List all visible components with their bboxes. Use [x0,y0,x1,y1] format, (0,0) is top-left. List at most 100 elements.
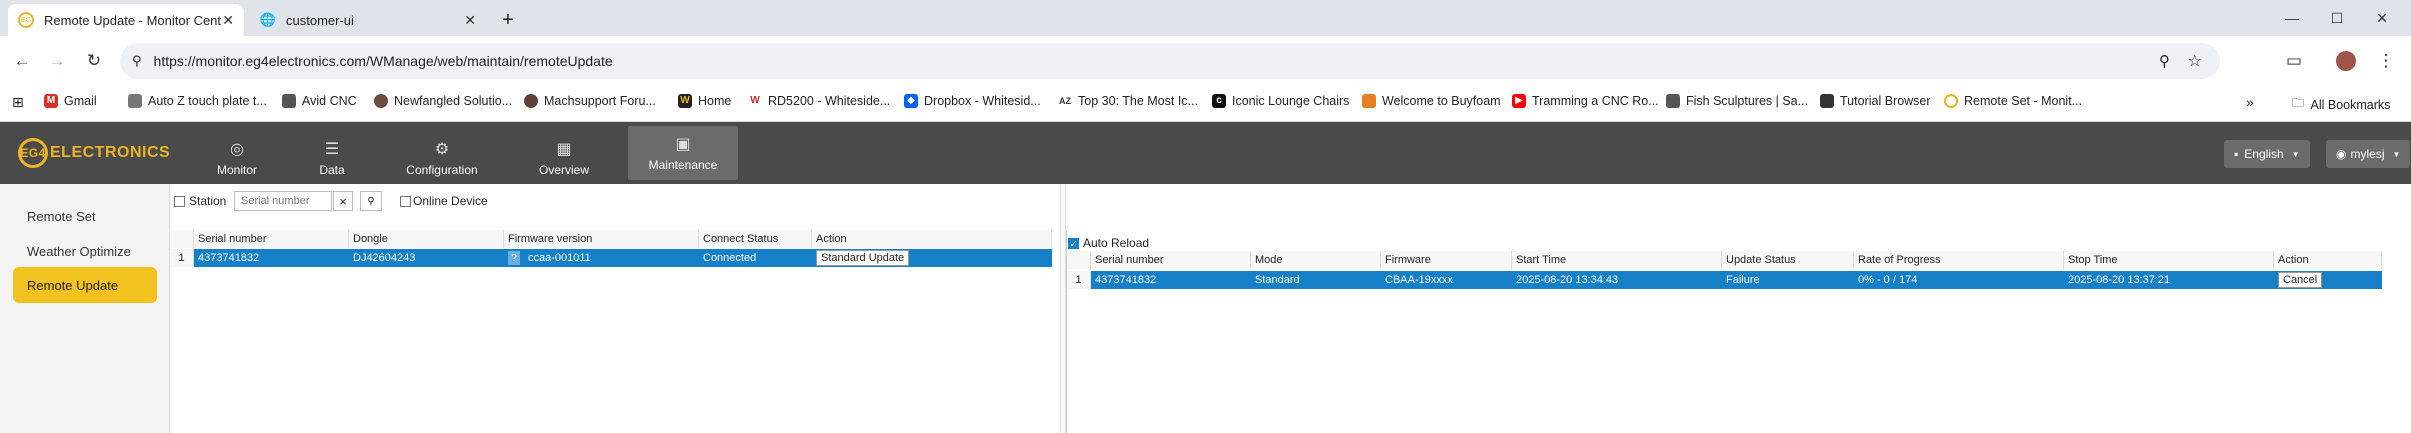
maximize-icon[interactable]: ☐ [2315,0,2359,36]
zoom-icon[interactable]: ⚲ [2159,52,2170,70]
language-icon: ▪ [2234,147,2239,161]
col-serial-number: Serial number [194,230,349,248]
bookmark-item[interactable]: Machsupport Foru... [524,94,656,108]
col-firmware: Firmware [1381,251,1512,269]
bookmark-icon [1820,94,1834,108]
col-start-time: Start Time [1512,251,1722,269]
bookmark-item[interactable]: Avid CNC [282,94,357,108]
bookmark-item[interactable]: c Iconic Lounge Chairs [1212,94,1349,108]
user-icon: ◉ [2336,147,2347,161]
toolbox-icon: ▣ [675,136,691,153]
logo-text: ELECTRONICS [50,144,171,161]
sidebar-item-remote-update[interactable]: Remote Update [13,267,157,303]
reload-icon[interactable]: ↻ [82,49,106,73]
serial-number-input[interactable] [234,191,332,211]
bookmark-icon: c [1212,94,1226,108]
nav-label: Monitor [216,163,257,177]
online-device-checkbox[interactable] [400,195,411,207]
eg4-icon: EG [18,12,34,28]
tab-remote-update[interactable]: EG Remote Update - Monitor Cent ✕ [8,4,244,36]
tab-customer-ui[interactable]: 🌐 customer-ui ✕ [250,4,486,36]
bookmark-item[interactable]: ▶ Tramming a CNC Ro... [1512,94,1659,108]
bookmark-label: Iconic Lounge Chairs [1232,94,1350,108]
compass-icon: ◎ [230,141,244,158]
col-stop-time: Stop Time [2064,251,2274,269]
close-tab-icon[interactable]: ✕ [222,12,234,29]
tab-title: Remote Update - Monitor Cent [44,12,222,28]
bookmark-item[interactable]: Remote Set - Monit... [1944,94,2082,108]
nav-configuration[interactable]: ⚙ Configuration [387,133,497,183]
bookmarks-bar: ⊞ M Gmail Auto Z touch plate t... Avid CN… [0,86,2411,122]
header-corner [1067,251,1091,269]
online-device-filter[interactable]: Online Device [400,194,488,208]
menu-icon[interactable]: ⋮ [2374,49,2398,73]
youtube-icon: ▶ [1512,94,1526,108]
clear-button[interactable]: × [333,191,353,211]
cell-mode: Standard [1251,271,1381,289]
apps-icon[interactable]: ⊞ [12,94,24,111]
nav-maintenance[interactable]: ▣ Maintenance [628,126,738,180]
forward-icon[interactable]: → [45,49,69,73]
eg4-logo[interactable]: EG4 ELECTRONICS [18,138,170,168]
bookmark-item[interactable]: AZ Top 30: The Most Ic... [1058,94,1198,108]
bookmark-icon: W [678,94,692,108]
cell-stop-time: 2025-08-20 13:37:21 [2064,271,2274,289]
row-number: 1 [170,249,194,267]
header-corner [170,230,194,248]
col-update-status: Update Status [1722,251,1854,269]
close-window-icon[interactable]: ✕ [2360,0,2404,36]
nav-data[interactable]: ☰ Data [277,133,387,183]
bookmark-item[interactable]: Auto Z touch plate t... [128,94,267,108]
cell-status: Connected [699,249,812,267]
bookmark-item[interactable]: Fish Sculptures | Sa... [1666,94,1808,108]
database-icon: ☰ [324,141,340,158]
bookmark-item[interactable]: ◆ Dropbox - Whitesid... [904,94,1041,108]
star-icon[interactable]: ☆ [2188,51,2202,71]
online-device-label: Online Device [413,194,488,208]
nav-label: Overview [538,163,589,177]
gear-icon: ⚙ [434,141,450,158]
eg4-icon [1944,94,1958,108]
avatar[interactable] [2336,51,2356,71]
all-bookmarks-button[interactable]: 🗀 All Bookmarks [2292,94,2390,115]
nav-overview[interactable]: ▦ Overview [509,133,619,183]
more-bookmarks-button[interactable]: » [2246,94,2254,110]
nav-monitor[interactable]: ◎ Monitor [182,133,292,183]
bookmark-item[interactable]: W Home [678,94,731,108]
bookmark-item[interactable]: W RD5200 - Whiteside... [748,94,890,108]
new-tab-button[interactable]: + [490,4,526,36]
close-tab-icon[interactable]: ✕ [464,12,476,29]
back-icon[interactable]: ← [10,49,34,73]
site-info-icon[interactable]: ⚲ [132,53,142,69]
station-filter[interactable]: Station [174,194,226,208]
standard-update-button[interactable]: Standard Update [816,250,910,266]
firmware-info-badge[interactable]: ? [508,251,520,265]
cell-progress: 0% - 0 / 174 [1854,271,2064,289]
url-bar[interactable]: ⚲ https://monitor.eg4electronics.com/WMa… [120,43,2220,79]
cast-icon[interactable]: ▭ [2282,49,2306,73]
bookmark-label: Gmail [64,94,97,108]
all-bookmarks-label: All Bookmarks [2310,97,2391,112]
url-text: https://monitor.eg4electronics.com/WMana… [153,53,613,69]
bookmark-label: Tramming a CNC Ro... [1532,94,1659,108]
cell-serial: 4373741832 [1091,271,1251,289]
col-dongle: Dongle [349,230,504,248]
language-select[interactable]: ▪ English ▼ [2224,140,2310,168]
bookmark-item[interactable]: Newfangled Solutio... [374,94,512,108]
search-button[interactable]: ⚲ [360,191,382,211]
bookmark-icon [1666,94,1680,108]
cell-action: Cancel [2274,271,2382,289]
bookmark-item[interactable]: Tutorial Browser [1820,94,1931,108]
user-menu[interactable]: ◉ mylesj ▼ [2326,140,2411,168]
bookmark-item[interactable]: Welcome to Buyfoam [1362,94,1501,108]
cell-dongle: DJ42604243 [349,249,504,267]
bookmark-gmail[interactable]: M Gmail [44,94,97,108]
cancel-button[interactable]: Cancel [2278,272,2323,288]
station-checkbox[interactable] [174,195,185,207]
bookmark-label: Top 30: The Most Ic... [1078,94,1198,108]
minimize-icon[interactable]: — [2270,0,2314,36]
browser-tab-bar: EG Remote Update - Monitor Cent ✕ 🌐 cust… [0,0,2411,36]
bookmark-label: Avid CNC [302,94,357,108]
sidebar-item-remote-set[interactable]: Remote Set [13,198,157,234]
sidebar-item-weather-optimize[interactable]: Weather Optimize [13,233,157,269]
